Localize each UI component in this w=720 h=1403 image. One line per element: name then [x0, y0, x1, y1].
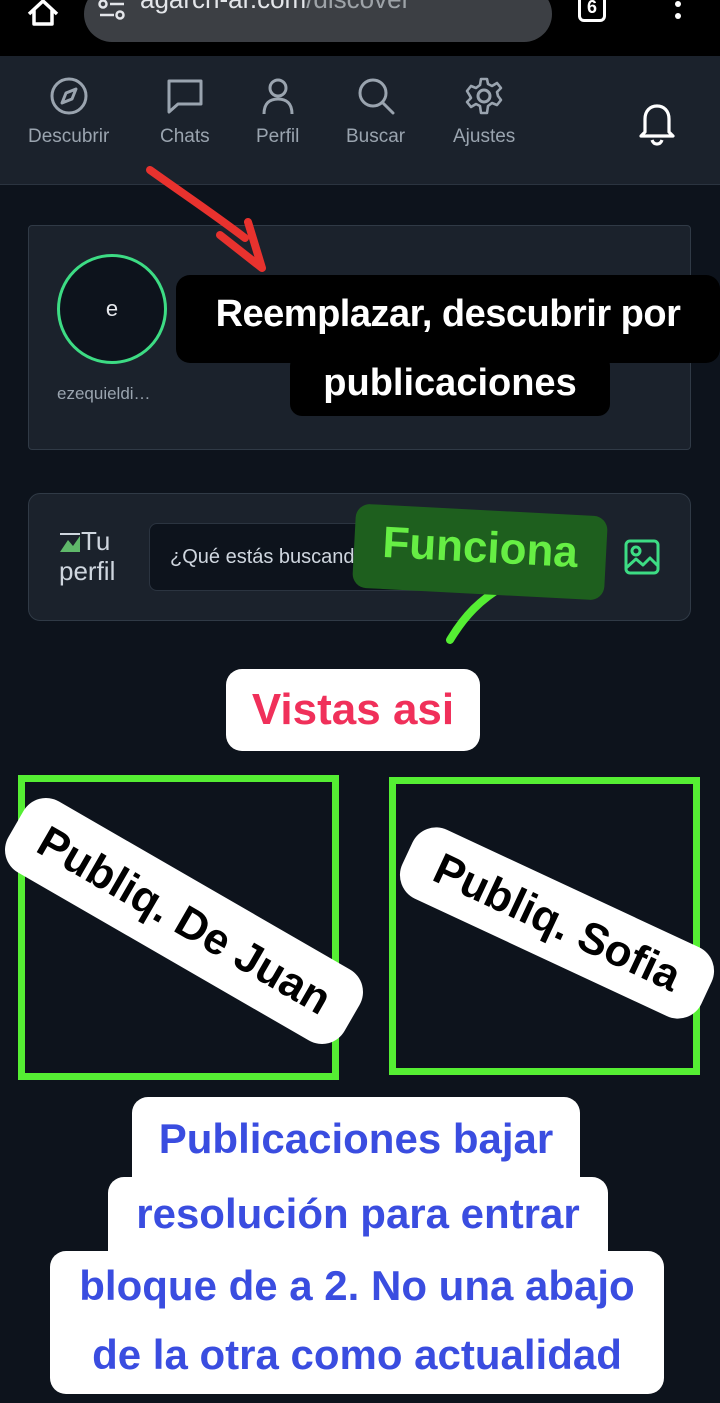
annotation-replace-line2: publicaciones: [290, 354, 610, 416]
annotation-note-line4: de la otra como actualidad: [50, 1322, 664, 1394]
annotation-replace-line1: Reemplazar, descubrir por: [176, 275, 720, 363]
red-arrow-icon: [146, 166, 266, 272]
annotation-view-like: Vistas asi: [226, 669, 480, 751]
annotation-note-line2: resolución para entrar: [108, 1177, 608, 1257]
annotation-note-line3: bloque de a 2. No una abajo: [50, 1251, 664, 1327]
annotation-works: Funciona: [351, 503, 609, 601]
annotation-note-line1: Publicaciones bajar: [132, 1097, 580, 1181]
